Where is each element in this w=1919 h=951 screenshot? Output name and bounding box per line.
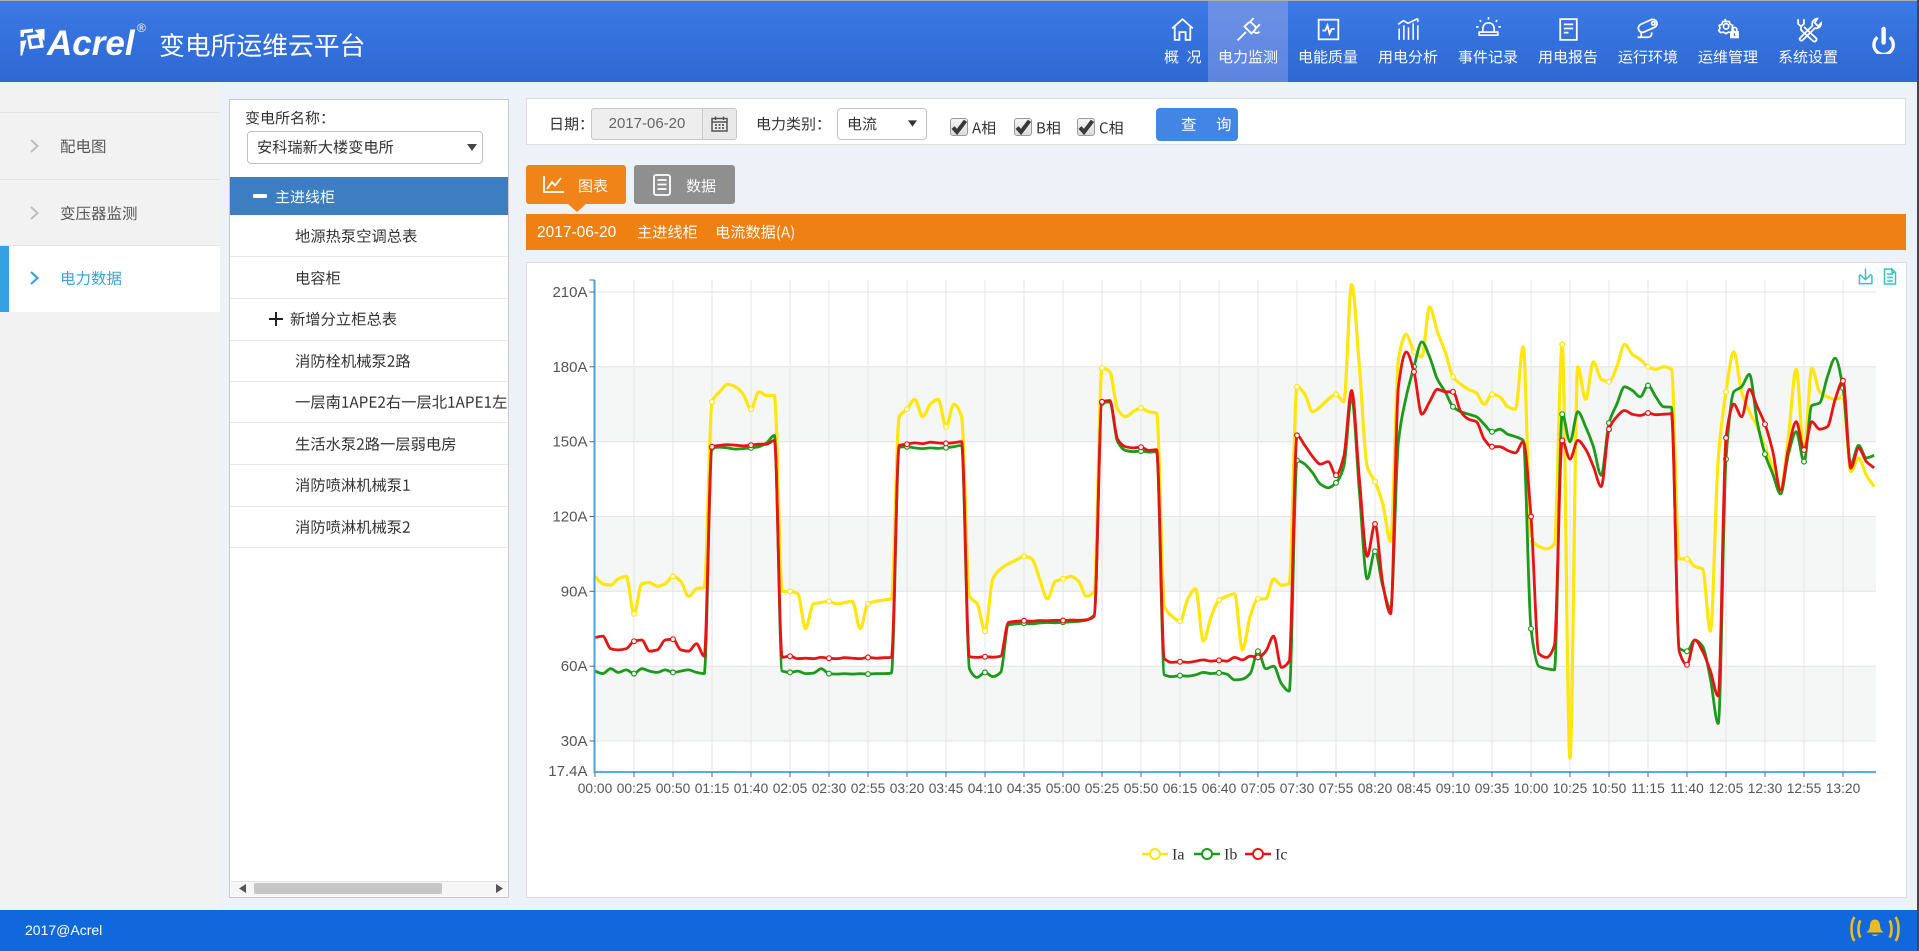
svg-text:05:50: 05:50 [1124,781,1159,796]
svg-text:04:35: 04:35 [1007,781,1042,796]
svg-text:08:45: 08:45 [1397,781,1432,796]
svg-text:13:20: 13:20 [1826,781,1861,796]
svg-text:06:15: 06:15 [1163,781,1198,796]
svg-text:12:05: 12:05 [1709,781,1744,796]
svg-text:08:20: 08:20 [1358,781,1393,796]
svg-text:07:55: 07:55 [1319,781,1354,796]
svg-text:03:20: 03:20 [890,781,925,796]
svg-text:10:00: 10:00 [1514,781,1549,796]
svg-text:02:55: 02:55 [851,781,886,796]
svg-text:04:10: 04:10 [968,781,1003,796]
svg-text:02:05: 02:05 [773,781,808,796]
svg-text:12:55: 12:55 [1787,781,1822,796]
svg-text:Ib: Ib [1224,847,1237,864]
svg-text:00:25: 00:25 [617,781,652,796]
svg-text:06:40: 06:40 [1202,781,1237,796]
svg-text:17.4A: 17.4A [548,763,587,780]
svg-text:Ia: Ia [1172,847,1184,864]
svg-text:09:10: 09:10 [1436,781,1471,796]
svg-text:00:00: 00:00 [578,781,613,796]
svg-text:01:15: 01:15 [695,781,730,796]
svg-text:10:25: 10:25 [1553,781,1588,796]
svg-text:01:40: 01:40 [734,781,769,796]
svg-text:02:30: 02:30 [812,781,847,796]
svg-text:90A: 90A [561,583,588,600]
svg-text:05:00: 05:00 [1046,781,1081,796]
svg-text:210A: 210A [552,284,587,301]
svg-text:10:50: 10:50 [1592,781,1627,796]
svg-text:00:50: 00:50 [656,781,691,796]
svg-text:150A: 150A [552,434,587,451]
svg-text:11:40: 11:40 [1670,781,1704,796]
svg-text:12:30: 12:30 [1748,781,1783,796]
svg-text:07:30: 07:30 [1280,781,1315,796]
svg-text:120A: 120A [552,509,587,526]
svg-text:03:45: 03:45 [929,781,964,796]
svg-text:09:35: 09:35 [1475,781,1510,796]
svg-text:30A: 30A [561,733,588,750]
svg-text:180A: 180A [552,359,587,376]
svg-text:11:15: 11:15 [1631,781,1665,796]
svg-text:Ic: Ic [1275,847,1287,864]
svg-text:07:05: 07:05 [1241,781,1276,796]
svg-text:60A: 60A [561,658,588,675]
svg-text:05:25: 05:25 [1085,781,1120,796]
